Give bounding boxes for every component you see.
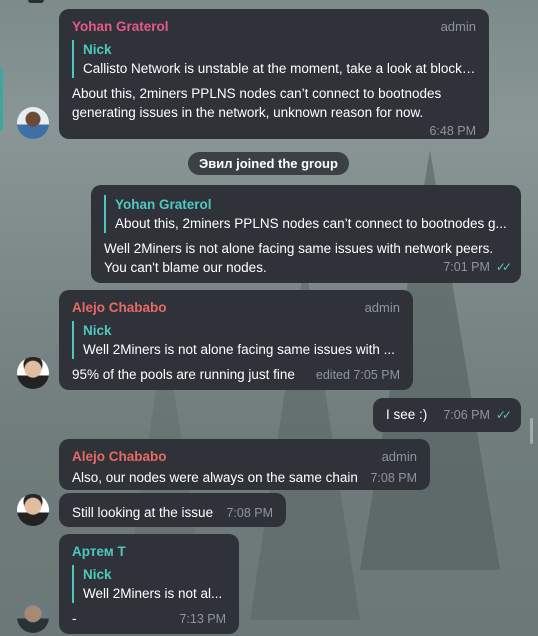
reply-text: Well 2Miners is not alone facing same is… [83, 342, 395, 357]
reply-text: Callisto Network is unstable at the mome… [83, 61, 476, 76]
outgoing-message-bubble[interactable]: I see :) 7:06 PM ✓✓ [373, 398, 521, 432]
message-time: 7:08 PM [370, 471, 417, 485]
double-check-icon: ✓✓ [495, 260, 512, 274]
message-text: About this, 2miners PPLNS nodes can’t co… [72, 86, 442, 120]
message-text: I see :) [386, 407, 428, 422]
reply-quote[interactable]: Yohan Graterol About this, 2miners PPLNS… [104, 195, 508, 233]
reply-sender: Nick [83, 42, 112, 57]
reply-sender: Nick [83, 567, 112, 582]
message-text: 95% of the pools are running just fine [72, 367, 295, 382]
service-message: Эвил joined the group [188, 152, 349, 175]
reply-quote[interactable]: Nick Well 2Miners is not alone facing sa… [72, 321, 400, 359]
message-time: 7:08 PM [226, 506, 273, 520]
message-bubble[interactable]: Yohan Graterol admin Nick Callisto Netwo… [59, 9, 489, 139]
admin-badge: admin [364, 300, 400, 315]
message-bubble[interactable]: Still looking at the issue 7:08 PM [59, 493, 286, 527]
admin-badge: admin [440, 19, 476, 34]
admin-badge: admin [381, 449, 417, 464]
selection-accent [0, 68, 3, 130]
avatar-alejo-chababo[interactable] [17, 357, 49, 389]
avatar-alejo-chababo[interactable] [17, 494, 49, 526]
message-time: edited 7:05 PM [315, 368, 400, 382]
avatar-artem-t[interactable] [17, 601, 49, 633]
message-bubble[interactable]: Alejo Chababo admin Also, our nodes were… [59, 439, 430, 490]
message-time: 6:48 PM [429, 124, 476, 138]
sender-name[interactable]: Yohan Graterol [72, 17, 169, 36]
message-bubble[interactable]: Alejo Chababo admin Nick Well 2Miners is… [59, 290, 413, 390]
reply-quote[interactable]: Nick Callisto Network is unstable at the… [72, 40, 476, 78]
message-text: Also, our nodes were always on the same … [72, 470, 358, 485]
outgoing-message-bubble[interactable]: Yohan Graterol About this, 2miners PPLNS… [91, 185, 521, 283]
sender-name[interactable]: Alejo Chababo [72, 447, 167, 466]
reply-text: About this, 2miners PPLNS nodes can’t co… [115, 216, 507, 231]
double-check-icon: ✓✓ [495, 408, 512, 422]
previous-message-edge [28, 0, 44, 3]
reply-quote[interactable]: Nick Well 2Miners is not al... [72, 565, 226, 603]
message-time: 7:06 PM [443, 408, 490, 422]
message-bubble[interactable]: Артем Т Nick Well 2Miners is not al... -… [59, 534, 239, 634]
sender-name[interactable]: Alejo Chababo [72, 298, 167, 317]
message-text: Still looking at the issue [72, 505, 214, 520]
scrollbar-thumb[interactable] [530, 418, 533, 444]
reply-sender: Nick [83, 323, 112, 338]
message-time: 7:01 PM [443, 260, 490, 274]
reply-sender: Yohan Graterol [115, 197, 212, 212]
message-time: 7:13 PM [179, 612, 226, 626]
message-text: - [72, 611, 77, 626]
avatar-yohan-graterol[interactable] [17, 107, 49, 139]
sender-name[interactable]: Артем Т [72, 542, 226, 561]
reply-text: Well 2Miners is not al... [83, 586, 223, 601]
